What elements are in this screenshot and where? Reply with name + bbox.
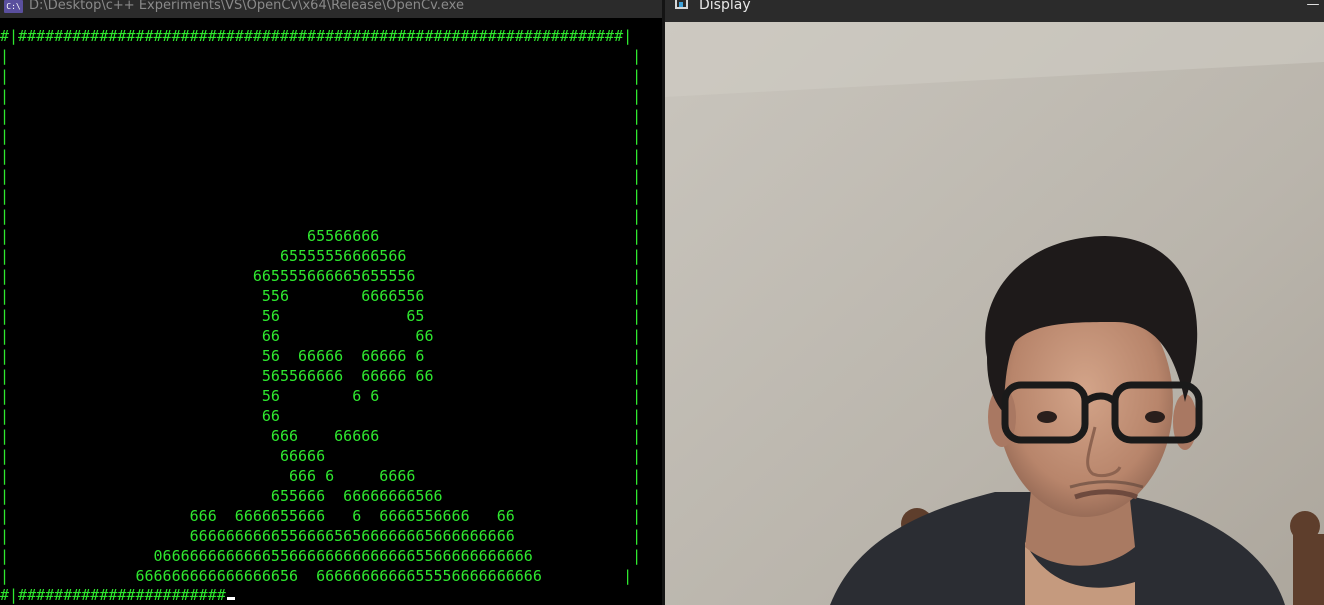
console-app-icon: C:\ — [4, 0, 23, 13]
console-titlebar[interactable]: C:\ D:\Desktop\c++ Experiments\VS\OpenCv… — [0, 0, 662, 18]
console-line: | 56 65 | — [0, 307, 642, 325]
console-line: | 666 6666655666 6 6666556666 66 | — [0, 507, 642, 525]
console-line: | 66666 | — [0, 447, 642, 465]
console-line: | 65555556666566 | — [0, 247, 642, 265]
console-line: | 666 6 6666 | — [0, 467, 642, 485]
webcam-image — [665, 22, 1324, 605]
console-line: | | — [0, 127, 642, 145]
console-line: | 655666 66666666566 | — [0, 487, 642, 505]
console-line: | 06666666666665566666666666666556666666… — [0, 547, 642, 565]
console-line: | | — [0, 67, 642, 85]
console-line: | 666666666655666656566666665666666666 | — [0, 527, 642, 545]
console-line: | 66 66 | — [0, 327, 642, 345]
console-window[interactable]: C:\ D:\Desktop\c++ Experiments\VS\OpenCv… — [0, 0, 662, 605]
display-titlebar[interactable]: Display — — [665, 0, 1324, 22]
console-output[interactable]: #|######################################… — [0, 26, 662, 605]
console-line: | 66 | — [0, 407, 642, 425]
console-line: | 65566666 | — [0, 227, 642, 245]
chair-right-post — [1290, 511, 1324, 605]
console-window-title: D:\Desktop\c++ Experiments\VS\OpenCv\x64… — [29, 0, 464, 13]
display-window-title: Display — [699, 0, 751, 13]
console-line: | | — [0, 207, 642, 225]
console-line: | 565566666 66666 66 | — [0, 367, 642, 385]
console-line: #|####################### — [0, 585, 662, 605]
desktop: C:\ D:\Desktop\c++ Experiments\VS\OpenCv… — [0, 0, 1324, 605]
console-line: | | — [0, 47, 642, 65]
console-line: | 665555666665655556 | — [0, 267, 642, 285]
console-line: | | — [0, 147, 642, 165]
display-window-icon — [675, 0, 688, 9]
console-line: | 56 6 6 | — [0, 387, 642, 405]
minimize-button[interactable]: — — [1302, 0, 1324, 12]
console-line: | | — [0, 87, 642, 105]
display-window[interactable]: Display — — [665, 0, 1324, 605]
console-line: #|######################################… — [0, 27, 633, 45]
console-line: | 666666666666666656 6666666666655556666… — [0, 567, 633, 585]
console-line: | | — [0, 107, 642, 125]
console-line: | 556 6666556 | — [0, 287, 642, 305]
webcam-feed — [665, 22, 1324, 605]
console-line: | | — [0, 167, 642, 185]
console-line: | 56 66666 66666 6 | — [0, 347, 642, 365]
console-line: | 666 66666 | — [0, 427, 642, 445]
text-cursor — [226, 597, 235, 600]
console-line: | | — [0, 187, 642, 205]
